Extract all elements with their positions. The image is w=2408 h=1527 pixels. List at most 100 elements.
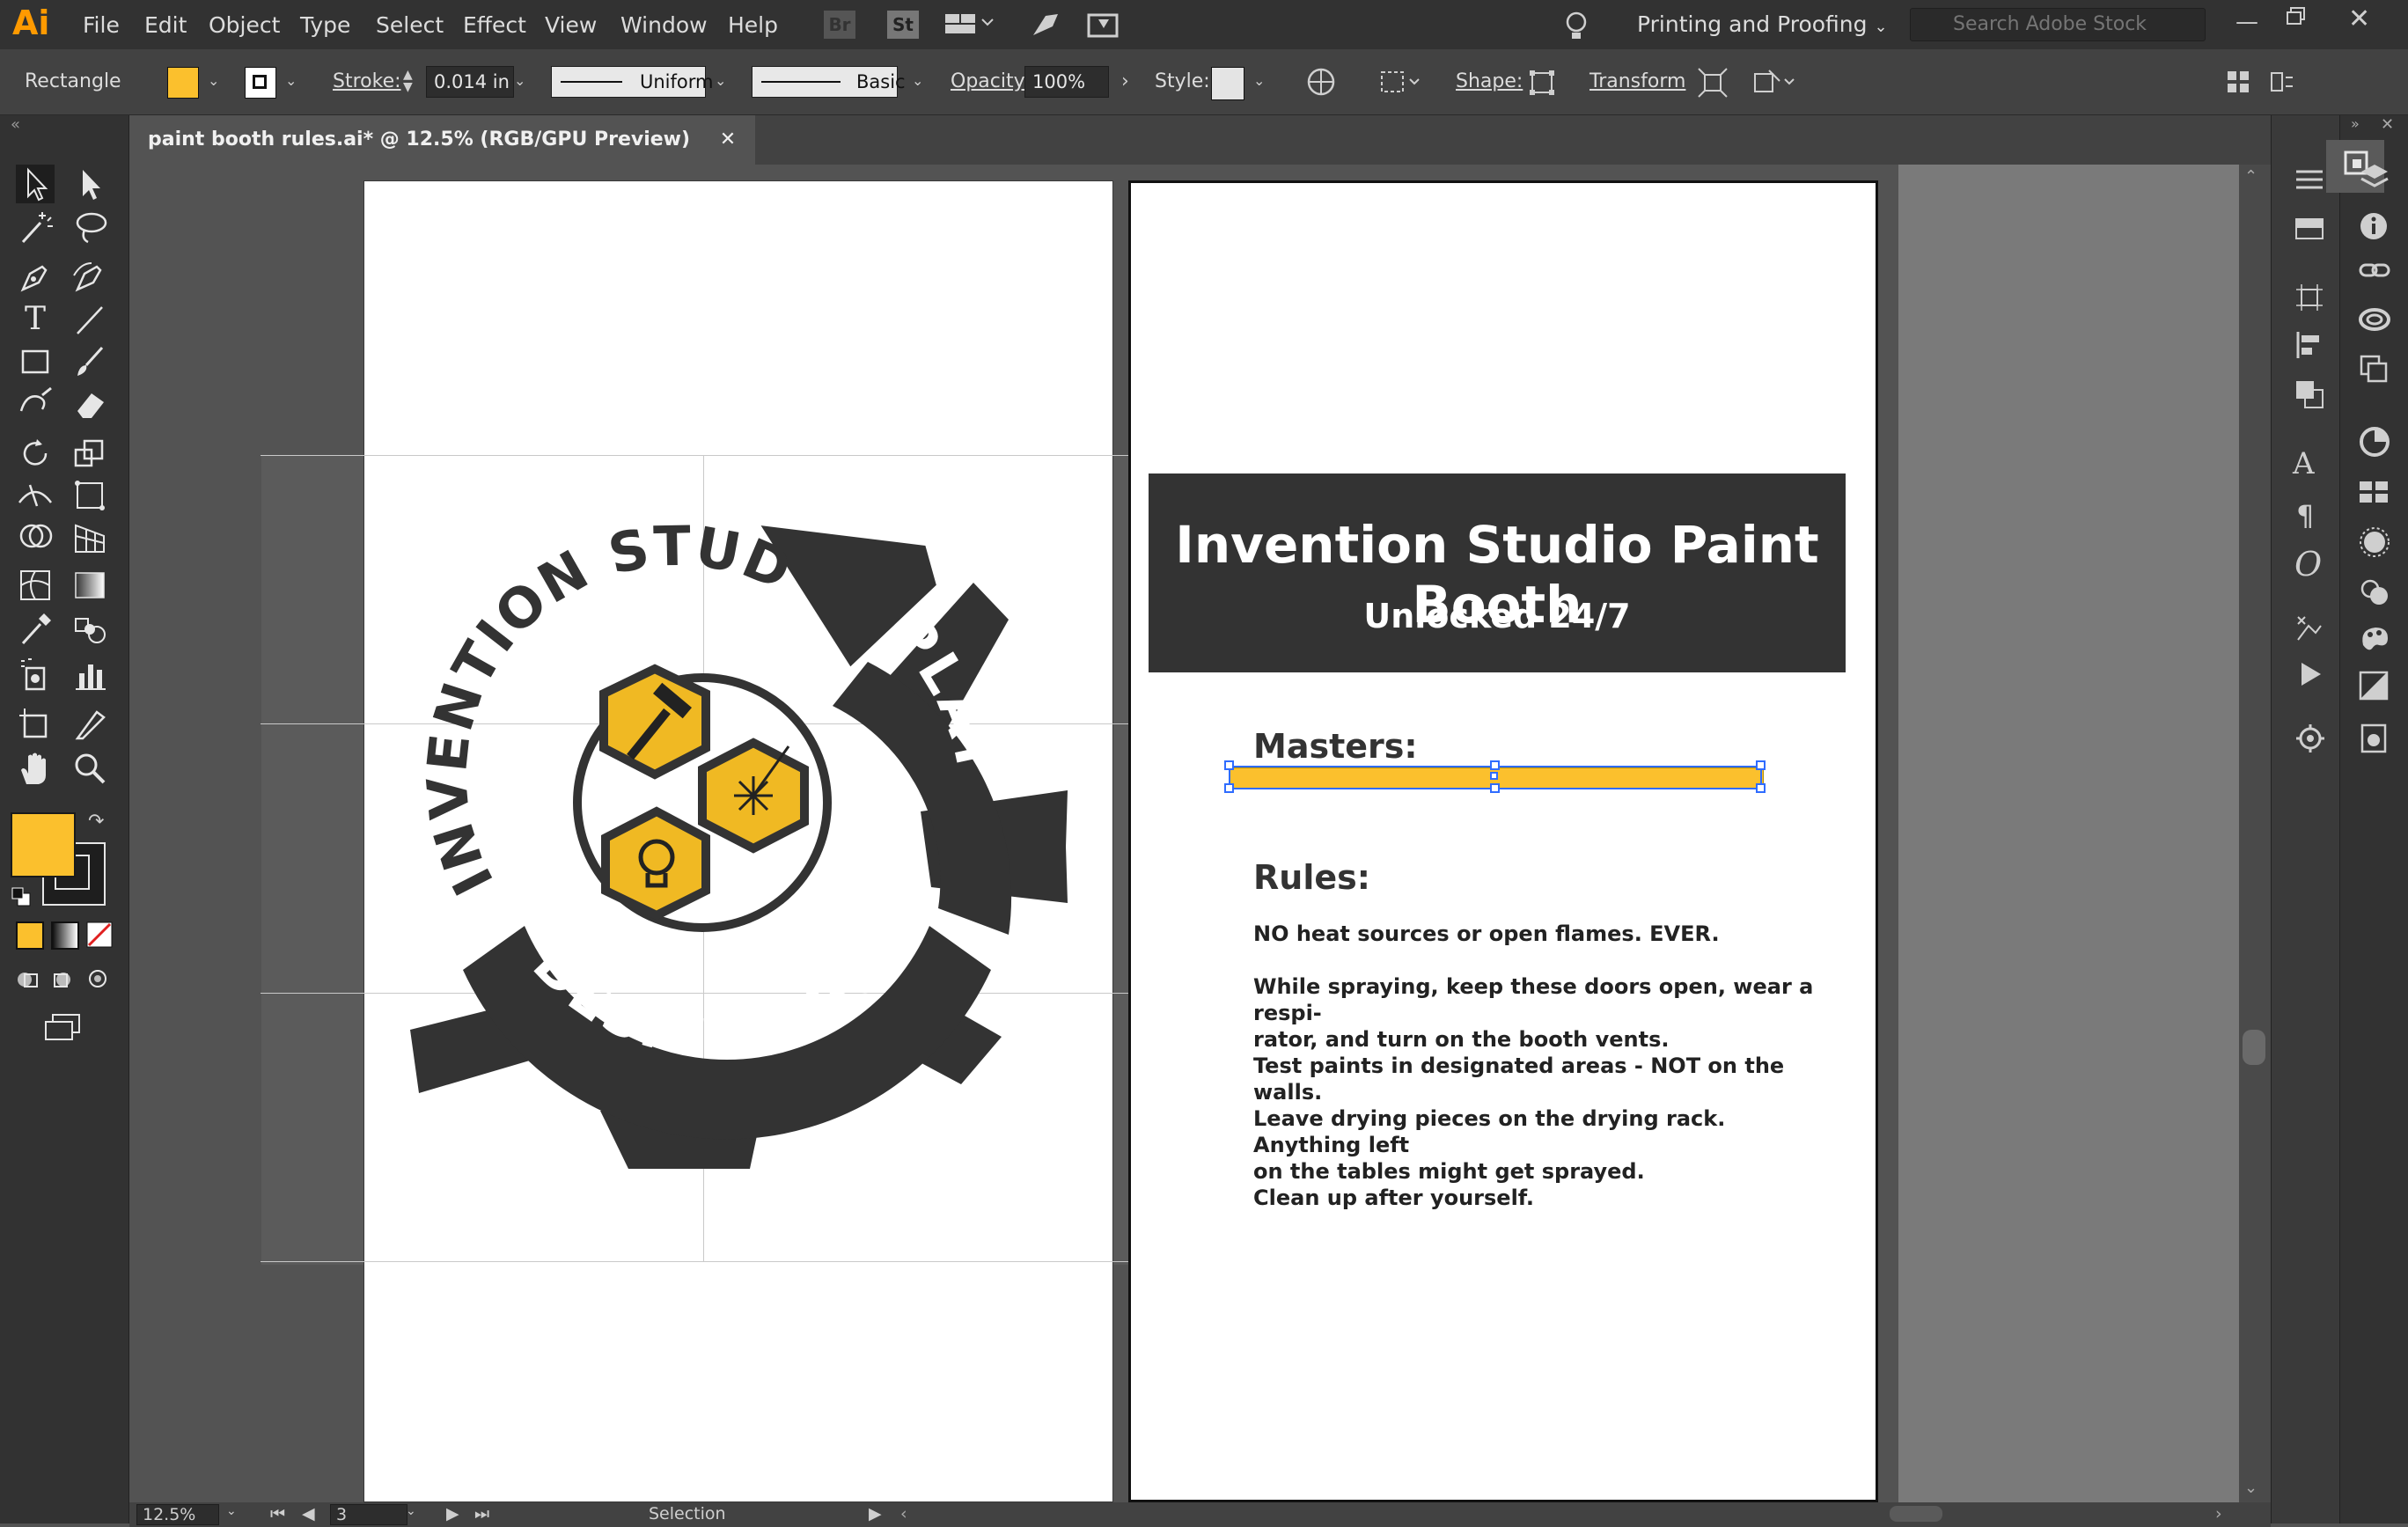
swatches-icon[interactable] bbox=[2358, 478, 2390, 504]
rotate-tool-icon[interactable] bbox=[16, 434, 55, 473]
transform-panel-icon[interactable] bbox=[2294, 283, 2324, 312]
free-transform-tool-icon[interactable] bbox=[70, 476, 109, 515]
mesh-tool-icon[interactable] bbox=[16, 566, 55, 605]
selection-handle[interactable] bbox=[1490, 760, 1500, 770]
chevron-down-icon[interactable]: ⌄ bbox=[514, 72, 525, 89]
stepper-icon[interactable]: ▲ ▼ bbox=[403, 69, 413, 93]
artboard-number-field[interactable]: 3 bbox=[330, 1504, 407, 1525]
last-artboard-icon[interactable]: ⏭ bbox=[474, 1504, 489, 1523]
chevron-down-icon[interactable]: ⌄ bbox=[208, 72, 219, 89]
next-artboard-icon[interactable]: ▶ bbox=[446, 1504, 459, 1523]
opacity-label[interactable]: Opacity: bbox=[951, 49, 1030, 114]
direct-selection-tool-icon[interactable] bbox=[70, 165, 109, 203]
symbol-sprayer-tool-icon[interactable] bbox=[16, 656, 55, 694]
selection-handle[interactable] bbox=[1756, 760, 1766, 770]
menu-type[interactable]: Type bbox=[300, 0, 350, 49]
gradient-tool-icon[interactable] bbox=[70, 566, 109, 605]
graphic-styles-icon[interactable] bbox=[2358, 622, 2391, 652]
arrange-documents-icon[interactable] bbox=[943, 12, 996, 37]
column-graph-tool-icon[interactable] bbox=[70, 656, 109, 694]
chevron-down-icon[interactable]: ⌄ bbox=[1253, 72, 1265, 89]
minimize-icon[interactable]: — bbox=[2235, 9, 2258, 35]
image-trace-icon[interactable] bbox=[2294, 613, 2324, 643]
rule-item[interactable]: Clean up after yourself. bbox=[1253, 1185, 1825, 1211]
status-menu-arrow-icon[interactable]: ▶ bbox=[869, 1504, 882, 1523]
invention-studio-logo[interactable]: INVENTION STUDIO PLAY DESIGN - BUILD - bbox=[410, 512, 1079, 1181]
opacity-field[interactable]: 100% bbox=[1024, 66, 1109, 98]
character-icon[interactable]: A bbox=[2293, 446, 2315, 481]
artboard-tool-icon[interactable] bbox=[16, 705, 55, 744]
previous-artboard-icon[interactable]: ◀ bbox=[302, 1504, 315, 1523]
scale-tool-icon[interactable] bbox=[70, 434, 109, 473]
brush-definition[interactable]: Basic bbox=[752, 66, 906, 98]
sync-icon[interactable] bbox=[1086, 11, 1121, 40]
menu-window[interactable]: Window bbox=[620, 0, 708, 49]
magic-wand-tool-icon[interactable] bbox=[16, 209, 55, 247]
masters-label[interactable]: Masters: bbox=[1253, 727, 1418, 766]
menu-effect[interactable]: Effect bbox=[463, 0, 526, 49]
properties-icon[interactable] bbox=[2294, 168, 2324, 191]
bridge-icon[interactable]: Br bbox=[824, 11, 855, 39]
chevron-down-icon[interactable]: ⌄ bbox=[406, 1504, 416, 1518]
graphic-style-swatch[interactable] bbox=[1211, 67, 1244, 100]
search-stock-input[interactable] bbox=[1910, 8, 2206, 41]
document-info-icon[interactable] bbox=[2358, 723, 2390, 754]
type-tool-icon[interactable]: T bbox=[16, 300, 55, 339]
color-mode-icon[interactable] bbox=[16, 921, 44, 950]
workspace-switcher[interactable]: Printing and Proofing ⌄ bbox=[1637, 0, 1888, 49]
perspective-grid-tool-icon[interactable] bbox=[70, 518, 109, 557]
opentype-icon[interactable]: O bbox=[2294, 545, 2322, 584]
scroll-right-icon[interactable]: › bbox=[2215, 1504, 2222, 1523]
align-icon[interactable] bbox=[1378, 67, 1422, 97]
rectangle-tool-icon[interactable] bbox=[16, 342, 55, 381]
scroll-left-icon[interactable]: ‹ bbox=[900, 1504, 907, 1523]
menu-select[interactable]: Select bbox=[376, 0, 444, 49]
close-window-icon[interactable]: ✕ bbox=[2348, 4, 2370, 34]
fill-swatch[interactable] bbox=[167, 67, 199, 99]
transform-icon[interactable] bbox=[1697, 67, 1729, 99]
lasso-tool-icon[interactable] bbox=[70, 209, 109, 247]
menu-help[interactable]: Help bbox=[728, 0, 778, 49]
close-panels-icon[interactable]: ✕ bbox=[2381, 115, 2394, 134]
artboard-flyer[interactable] bbox=[1128, 180, 1878, 1502]
info-icon[interactable] bbox=[2358, 210, 2390, 242]
stock-icon[interactable]: St bbox=[887, 11, 919, 39]
slice-tool-icon[interactable] bbox=[70, 705, 109, 744]
chevron-down-icon[interactable]: ⌄ bbox=[715, 72, 726, 89]
document-tab[interactable]: paint booth rules.ai* @ 12.5% (RGB/GPU P… bbox=[128, 115, 756, 165]
fill-color-box[interactable] bbox=[11, 812, 76, 877]
layers-icon[interactable] bbox=[2358, 161, 2391, 193]
recolor-artwork-icon[interactable] bbox=[1306, 67, 1336, 97]
collapse-icon[interactable]: « bbox=[11, 115, 20, 134]
width-tool-icon[interactable] bbox=[16, 476, 55, 515]
selection-handle[interactable] bbox=[1490, 783, 1500, 793]
links-icon[interactable] bbox=[2358, 258, 2391, 284]
vertical-scrollbar[interactable] bbox=[2239, 165, 2271, 1502]
none-mode-icon[interactable] bbox=[86, 921, 113, 948]
gpu-performance-icon[interactable] bbox=[1030, 11, 1061, 39]
asset-export-icon[interactable] bbox=[2294, 723, 2326, 754]
align-panel-icon[interactable] bbox=[2294, 330, 2324, 360]
isolate-icon[interactable] bbox=[1751, 67, 1797, 99]
swap-fill-stroke-icon[interactable]: ↷ bbox=[88, 811, 104, 833]
gradient-mode-icon[interactable] bbox=[51, 921, 79, 950]
chevron-down-icon[interactable]: ⌄ bbox=[285, 72, 297, 89]
default-fill-stroke-icon[interactable] bbox=[11, 886, 32, 907]
color-panel-icon[interactable] bbox=[2358, 425, 2391, 459]
menu-file[interactable]: File bbox=[83, 0, 120, 49]
selection-tool-icon[interactable] bbox=[16, 165, 55, 203]
selection-handle[interactable] bbox=[1224, 760, 1234, 770]
menu-view[interactable]: View bbox=[545, 0, 597, 49]
rule-item[interactable]: NO heat sources or open flames. EVER. bbox=[1253, 921, 1825, 947]
transform-link[interactable]: Transform bbox=[1589, 49, 1685, 114]
arrange-icon[interactable] bbox=[2225, 69, 2253, 95]
draw-normal-icon[interactable] bbox=[14, 965, 40, 992]
pen-tool-icon[interactable] bbox=[16, 258, 55, 297]
shape-properties-icon[interactable] bbox=[1528, 69, 1556, 97]
scroll-thumb[interactable] bbox=[2243, 1030, 2265, 1065]
panel-menu-icon[interactable] bbox=[2269, 69, 2295, 95]
shape-builder-tool-icon[interactable] bbox=[16, 518, 55, 557]
paragraph-icon[interactable]: ¶ bbox=[2296, 499, 2314, 532]
rule-item[interactable]: Test paints in designated areas - NOT on… bbox=[1253, 1053, 1825, 1105]
creative-cloud-icon[interactable] bbox=[2358, 304, 2391, 335]
